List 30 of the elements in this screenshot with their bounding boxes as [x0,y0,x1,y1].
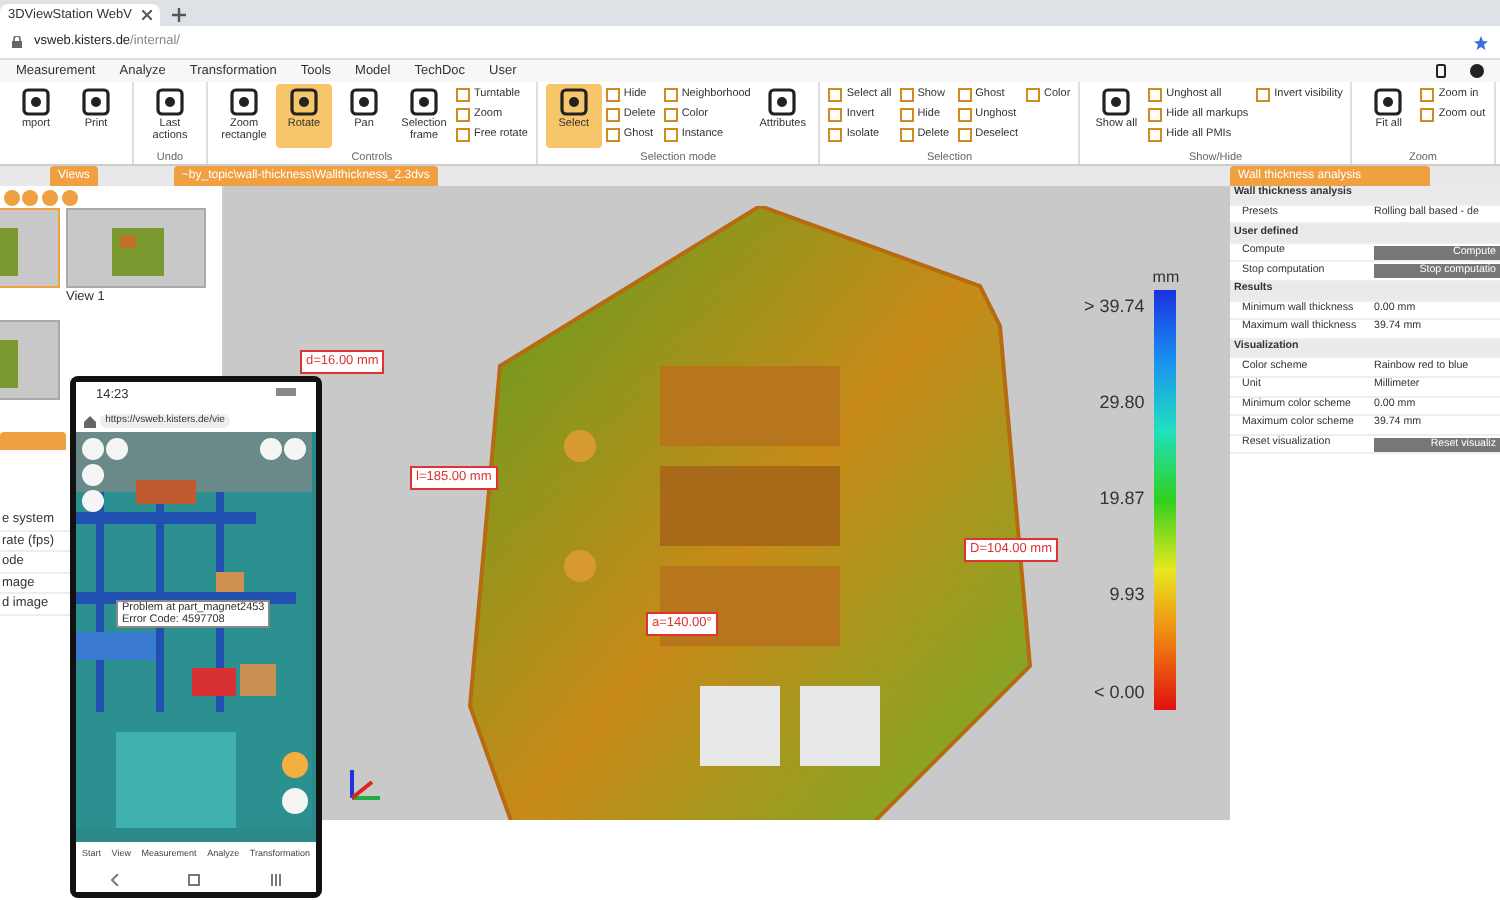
view-thumbnail[interactable] [66,208,206,289]
recents-icon[interactable] [269,874,282,886]
tool-icon [290,88,318,116]
legend-value: > 39.74 [1084,294,1145,320]
star-icon[interactable] [1474,35,1488,49]
tool-icon [22,88,50,116]
lock-icon [12,36,22,48]
tool-icon [1256,87,1271,101]
legend-value: 19.87 [1097,486,1145,513]
tool-icon [156,88,184,116]
new-tab-icon[interactable] [172,8,186,22]
close-icon[interactable] [142,10,152,20]
tool-icon [559,88,588,116]
tool-icon [1102,88,1131,116]
phone-icon[interactable] [1436,64,1446,78]
tool-icon [1374,88,1403,116]
tool-icon [410,88,438,116]
home-icon[interactable] [84,415,96,427]
legend-unit: mm [1152,266,1180,290]
tool-icon [350,88,378,116]
tool-icon [230,88,258,116]
legend-value: < 0.00 [1092,679,1145,705]
tool-icon [82,88,110,116]
legend-value: 29.80 [1097,390,1145,417]
back-icon[interactable] [110,874,121,886]
home-icon[interactable] [188,874,201,886]
tool-icon [1026,87,1041,101]
axis-triad-icon [344,766,384,806]
tool-icon [768,88,797,116]
legend-value: 9.93 [1107,582,1145,609]
